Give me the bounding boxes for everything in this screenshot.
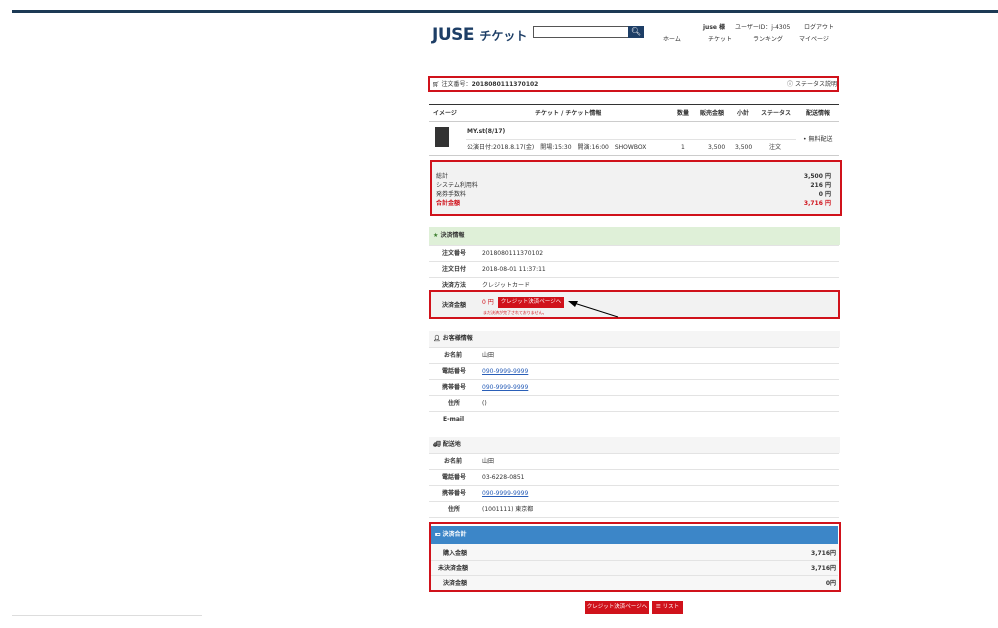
ship-phone: 03-6228-0851 — [482, 474, 525, 481]
shipping-header — [429, 437, 840, 453]
cust-email-label: E-mail — [443, 416, 465, 423]
nav-ticket[interactable]: チケット — [708, 36, 732, 44]
cust-phone[interactable]: 090-9999-9999 — [482, 368, 528, 376]
pay-amount-label: 決済金額 — [442, 302, 467, 309]
payment-header — [429, 227, 840, 245]
list-icon: ☰ — [655, 604, 661, 610]
col-status: ステータス — [761, 110, 792, 117]
ship-address-label: 住所 — [448, 506, 461, 513]
item-delivery: • 無料配送 — [803, 136, 833, 143]
ship-mobile-label: 携帯番号 — [442, 490, 467, 497]
search-input[interactable] — [533, 26, 629, 38]
pay-method-label: 決済方法 — [442, 282, 467, 289]
info-icon: ⓘ — [787, 81, 794, 88]
order-number: 🛒︎ 注文番号：2018080111370102 — [432, 81, 539, 88]
customer-header — [429, 331, 840, 347]
payment-title: ★ 決済情報 — [433, 232, 465, 239]
ship-name: 山田 — [482, 458, 495, 465]
search-icon: 🔍︎ — [630, 27, 642, 36]
search-button[interactable]: 🔍︎ — [628, 26, 644, 38]
grand-total-value: 3,716 円 — [803, 200, 831, 207]
nav-home[interactable]: ホーム — [663, 36, 681, 44]
summary-box — [429, 522, 841, 592]
person-icon: 👤︎ — [433, 335, 441, 342]
cust-name: 山田 — [482, 352, 495, 359]
cust-phone-label: 電話番号 — [442, 368, 467, 375]
footer-line — [12, 615, 202, 616]
cust-address: () — [482, 400, 487, 407]
ship-address: (1001111) 東京都 — [482, 506, 534, 513]
item-qty: 1 — [681, 144, 685, 151]
total-label-0: 総計 — [436, 173, 449, 180]
pay-amount-value: 0 円 — [482, 299, 494, 306]
star-icon: ★ — [433, 232, 439, 239]
pay-date: 2018-08-01 11:37:11 — [482, 266, 546, 273]
ship-phone-label: 電話番号 — [442, 474, 467, 481]
item-title[interactable]: MY.st(8/17) — [467, 128, 505, 136]
col-ticket: チケット / チケット情報 — [535, 110, 602, 117]
col-qty: 数量 — [677, 110, 690, 117]
col-delivery: 配送情報 — [806, 110, 831, 117]
credit-pay-button-inline[interactable]: クレジット決済ページへ — [498, 297, 564, 308]
total-label-1: システム利用料 — [436, 182, 478, 189]
annotation-arrow — [568, 301, 619, 318]
total-value-0: 3,500 円 — [803, 173, 831, 180]
status-help-link[interactable]: ⓘ ステータス説明 — [787, 81, 837, 89]
shipping-title: 🚚︎ 配送地 — [433, 441, 461, 448]
user-id: ユーザーID：j-4305 — [735, 24, 791, 31]
col-price: 販売金額 — [700, 110, 725, 117]
truck-icon: 🚚︎ — [433, 441, 441, 448]
cust-address-label: 住所 — [448, 400, 461, 407]
credit-pay-button[interactable]: クレジット決済ページへ — [585, 601, 649, 614]
ship-mobile[interactable]: 090-9999-9999 — [482, 490, 528, 498]
pay-order-no-label: 注文番号 — [442, 250, 467, 257]
pay-note: まだ決済が完了されておりません。 — [483, 310, 547, 315]
top-bar — [12, 10, 998, 13]
total-value-2: 0 円 — [818, 191, 831, 198]
cust-mobile-label: 携帯番号 — [442, 384, 467, 391]
nav-mypage[interactable]: マイページ — [799, 36, 829, 44]
total-value-1: 216 円 — [810, 182, 831, 189]
pay-order-no: 2018080111370102 — [482, 250, 544, 257]
logout-link[interactable]: ログアウト — [804, 24, 834, 32]
col-subtotal: 小計 — [737, 110, 750, 117]
nav-ranking[interactable]: ランキング — [753, 36, 783, 44]
pay-date-label: 注文日付 — [442, 266, 467, 273]
item-subtotal: 3,500 — [735, 144, 753, 151]
ticket-thumbnail[interactable] — [435, 127, 449, 147]
site-logo[interactable]: JUSE チケット — [432, 25, 527, 45]
col-image: イメージ — [433, 110, 457, 117]
list-button[interactable]: ☰ リスト — [652, 601, 683, 614]
customer-title: 👤︎ お客様情報 — [433, 335, 473, 342]
item-price: 3,500 — [708, 144, 726, 151]
totals-box — [430, 160, 842, 216]
item-status: 注文 — [769, 144, 782, 151]
total-label-2: 発券手数料 — [436, 191, 467, 198]
user-greeting: juse 様 — [703, 24, 726, 31]
grand-total-label: 合計金額 — [436, 200, 461, 207]
cust-mobile[interactable]: 090-9999-9999 — [482, 384, 528, 392]
ship-name-label: お名前 — [444, 458, 463, 465]
pay-method: クレジットカード — [482, 282, 531, 289]
cart-icon: 🛒︎ — [432, 81, 440, 88]
item-detail: 公演日付:2018.8.17(金) 開場:15:30 開演:16:00 SHOW… — [467, 144, 647, 151]
cust-name-label: お名前 — [444, 352, 463, 359]
